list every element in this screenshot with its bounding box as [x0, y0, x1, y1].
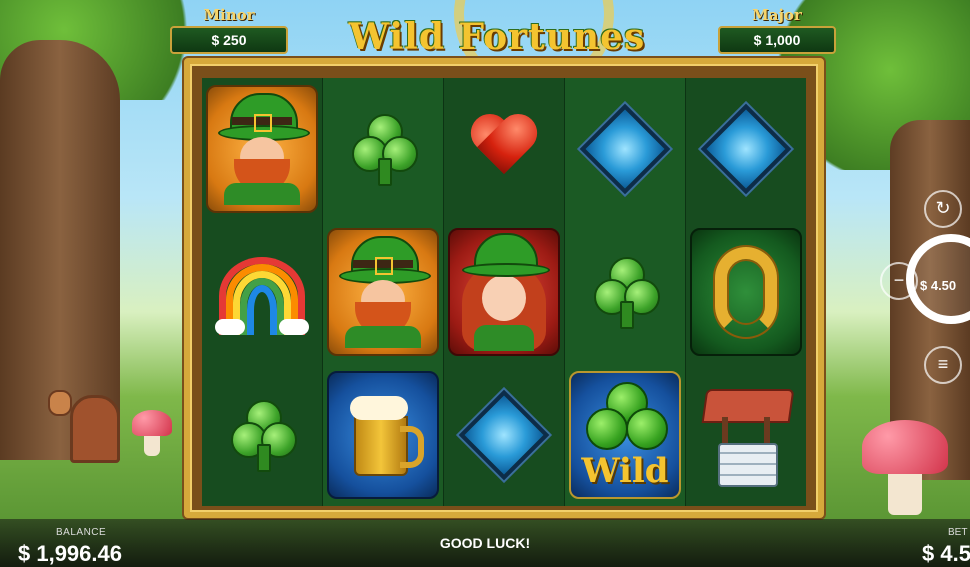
club-symbol: [231, 399, 297, 472]
wild-label: Wild: [581, 450, 669, 491]
reel-3-cell-3: [444, 363, 564, 506]
reel-1: [202, 78, 323, 506]
reel-3: [444, 78, 565, 506]
clover-icon: [586, 381, 668, 454]
reel-5-cell-2: [686, 221, 806, 364]
lass-symbol: [448, 228, 560, 356]
wishing-well-symbol: [701, 385, 795, 487]
heart-symbol: [469, 116, 539, 182]
club-symbol: [352, 114, 418, 187]
reel-5: [686, 78, 806, 506]
horseshoe-symbol: [690, 228, 802, 356]
reel-1-cell-1: [202, 78, 322, 221]
beer-mug-symbol: [327, 370, 439, 499]
leprechaun-symbol: [327, 228, 439, 356]
tree-house-window: [48, 390, 72, 416]
jackpot-minor-title: Minor: [203, 6, 255, 24]
jackpot-major-title: Major: [752, 6, 802, 24]
footer-bar: BALANCE $ 1,996.46 GOOD LUCK! BET $ 4.50: [0, 519, 970, 567]
reel-4: Wild: [565, 78, 686, 506]
reel-5-cell-1: [686, 78, 806, 221]
jackpot-minor-value: $ 250: [170, 26, 288, 54]
leprechaun-symbol: [206, 85, 318, 214]
reel-4-cell-1: [565, 78, 685, 221]
mushroom-small: [132, 410, 172, 457]
jackpot-minor: Minor $ 250: [170, 6, 288, 54]
reel-grid: Wild: [202, 78, 806, 506]
mushroom-large: [862, 420, 948, 515]
status-message: GOOD LUCK!: [439, 535, 531, 551]
bet-label: BET: [948, 527, 968, 538]
reel-1-cell-2: [202, 221, 322, 364]
diamond-symbol: [458, 389, 550, 480]
menu-button[interactable]: ≡: [924, 346, 962, 384]
reel-4-cell-2: [565, 221, 685, 364]
wild-symbol: Wild: [569, 370, 681, 499]
jackpot-major-value: $ 1,000: [718, 26, 836, 54]
diamond-symbol: [579, 104, 671, 195]
reel-2: [323, 78, 444, 506]
reel-1-cell-3: [202, 363, 322, 506]
reel-4-cell-3: Wild: [565, 363, 685, 506]
autoplay-button[interactable]: ↻: [924, 190, 962, 228]
spin-bet-value: $ 4.50: [920, 278, 957, 293]
club-symbol: [594, 257, 660, 329]
reel-3-cell-1: [444, 78, 564, 221]
reel-3-cell-2: [444, 221, 564, 364]
reel-2-cell-2: [323, 221, 443, 364]
reel-5-cell-3: [686, 363, 806, 506]
reel-2-cell-3: [323, 363, 443, 506]
rainbow-symbol: [215, 249, 309, 335]
bet-value[interactable]: $ 4.50: [922, 541, 970, 567]
tree-house-door: [70, 395, 120, 463]
reel-2-cell-1: [323, 78, 443, 221]
diamond-symbol: [700, 104, 792, 195]
jackpot-major: Major $ 1,000: [718, 6, 836, 54]
spin-controls: ↻ − $ 4.50 ≡: [880, 180, 970, 384]
